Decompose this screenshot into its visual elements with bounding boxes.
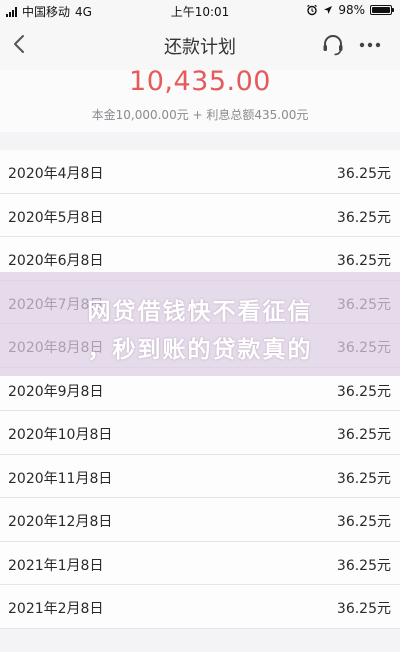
installment-amount: 36.25元: [336, 557, 391, 574]
due-date: 2020年7月8日: [8, 296, 104, 313]
more-dots-icon[interactable]: [356, 32, 384, 58]
due-date: 2020年10月8日: [8, 427, 113, 443]
schedule-row[interactable]: 2020年7月8日 36.25元: [0, 281, 400, 324]
installment-amount: 36.25元: [336, 383, 391, 400]
schedule-row[interactable]: 2021年2月8日 36.25元: [0, 585, 400, 629]
due-date: 2020年11月8日: [8, 470, 113, 487]
installment-amount: 36.25元: [336, 514, 391, 530]
schedule-row[interactable]: 2021年1月8日 36.25元: [0, 542, 400, 585]
battery-icon: [370, 5, 394, 15]
principal-interest-breakdown: 本金10,000.00元 + 利息总额435.00元: [91, 108, 309, 122]
schedule-row[interactable]: 2020年10月8日 36.25元: [0, 411, 400, 455]
total-amount: 10,435.00: [129, 66, 271, 97]
clock: 上午10:01: [170, 5, 230, 19]
installment-amount: 36.25元: [336, 166, 391, 182]
installment-amount: 36.25元: [336, 340, 391, 356]
status-bar: 中国移动 4G 上午10:01 98%: [0, 0, 400, 20]
schedule-row[interactable]: 2020年6月8日 36.25元: [0, 237, 400, 281]
battery-percent: 98%: [338, 3, 365, 17]
repayment-summary: 10,435.00 本金10,000.00元 + 利息总额435.00元: [0, 66, 400, 132]
installment-amount: 36.25元: [336, 209, 391, 226]
due-date: 2021年2月8日: [8, 601, 104, 617]
due-date: 2020年12月8日: [8, 514, 113, 530]
due-date: 2020年8月8日: [8, 340, 104, 356]
due-date: 2020年6月8日: [8, 253, 104, 269]
installment-amount: 36.25元: [336, 427, 391, 443]
schedule-row[interactable]: 2020年12月8日 36.25元: [0, 498, 400, 542]
installment-amount: 36.25元: [336, 470, 391, 487]
due-date: 2020年4月8日: [8, 166, 104, 182]
schedule-row[interactable]: 2020年8月8日 36.25元: [0, 324, 400, 368]
schedule-row[interactable]: 2020年5月8日 36.25元: [0, 194, 400, 237]
repayment-schedule-list: 2020年4月8日 36.25元 2020年5月8日 36.25元 2020年6月8日 3…: [0, 150, 400, 629]
schedule-row[interactable]: 2020年9月8日 36.25元: [0, 368, 400, 411]
battery-fill: [372, 7, 390, 13]
installment-amount: 36.25元: [336, 253, 391, 269]
installment-amount: 36.25元: [336, 296, 391, 313]
due-date: 2020年5月8日: [8, 209, 104, 226]
due-date: 2021年1月8日: [8, 557, 104, 574]
nav-bar: 还款计划: [0, 20, 400, 70]
due-date: 2020年9月8日: [8, 383, 104, 400]
alarm-icon: [307, 4, 318, 16]
schedule-row[interactable]: 2020年11月8日 36.25元: [0, 455, 400, 498]
installment-amount: 36.25元: [336, 601, 391, 617]
headset-icon[interactable]: [320, 32, 346, 58]
schedule-row[interactable]: 2020年4月8日 36.25元: [0, 150, 400, 194]
location-icon: [324, 6, 333, 14]
